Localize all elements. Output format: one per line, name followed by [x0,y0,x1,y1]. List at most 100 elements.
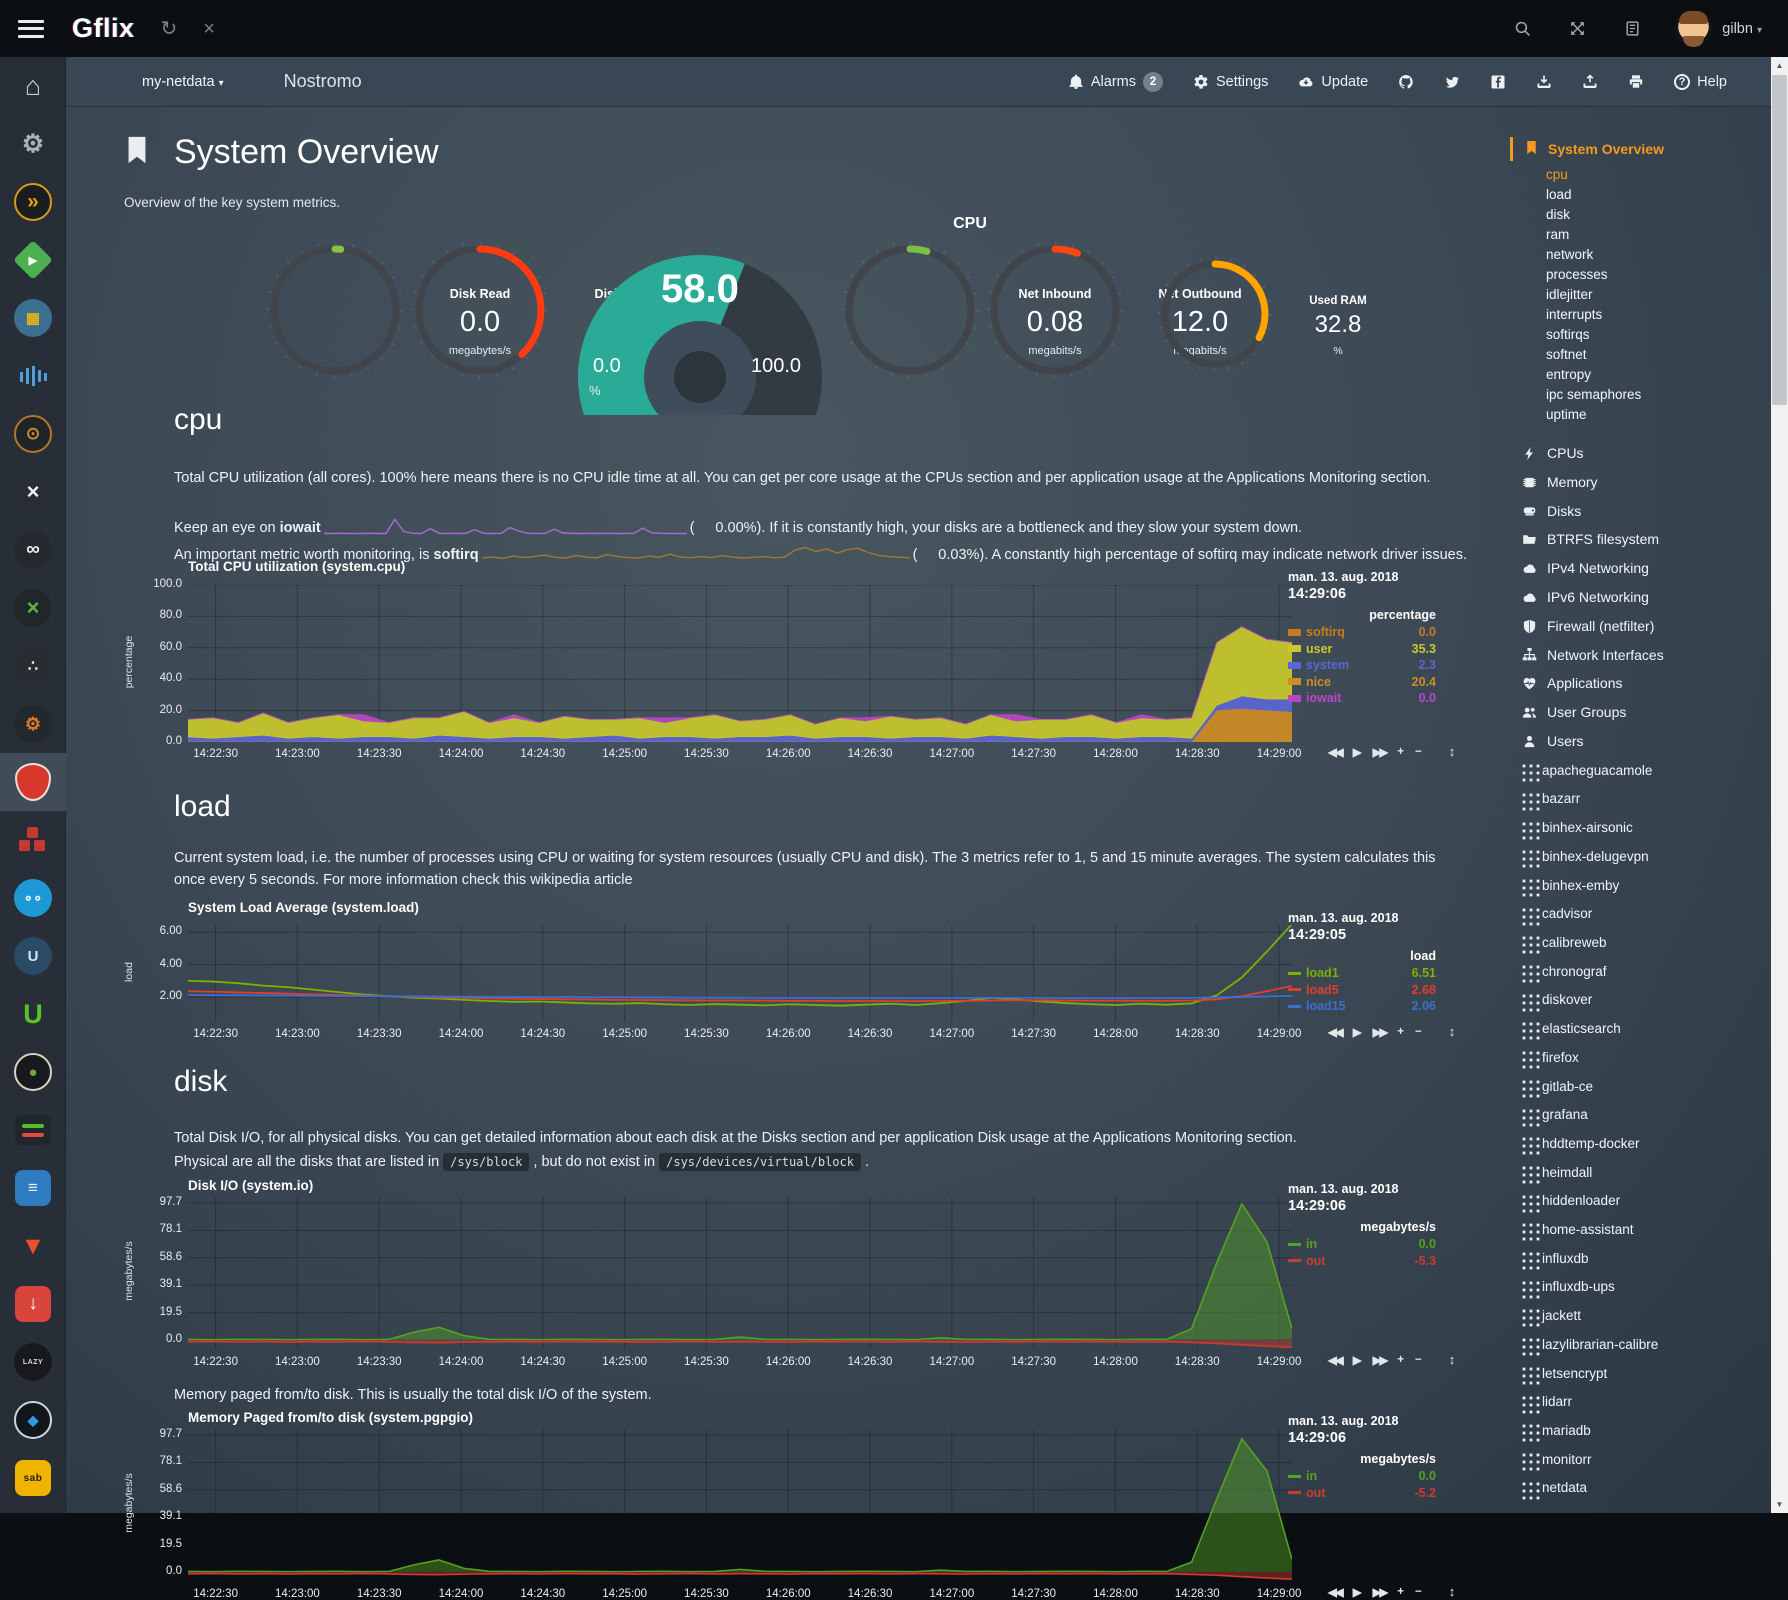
scroll-up-arrow[interactable]: ▲ [1771,57,1788,74]
skip-back-button[interactable]: ◀◀ [1328,745,1342,759]
nav-app-cadvisor[interactable]: cadvisor [1510,900,1771,929]
nav-sub-ram[interactable]: ram [1510,225,1771,245]
zoom-in-button[interactable]: + [1397,1026,1404,1038]
nav-group-applications[interactable]: Applications [1510,669,1771,698]
settings-gear-rail-item[interactable]: ⚙ [0,115,66,173]
chart-plot-cpu[interactable] [188,585,1292,742]
chart-plot-load[interactable] [188,925,1292,1022]
nav-sub-load[interactable]: load [1510,185,1771,205]
play-button[interactable]: ▶ [1353,1353,1362,1367]
nav-app-lidarr[interactable]: lidarr [1510,1388,1771,1417]
nav-app-hddtemp-docker[interactable]: hddtemp-docker [1510,1130,1771,1159]
nav-app-netdata[interactable]: netdata [1510,1474,1771,1503]
nav-group-ipv4-networking[interactable]: IPv4 Networking [1510,554,1771,583]
header-upload-button[interactable] [1582,74,1598,90]
legend-entry-out[interactable]: out-5.2 [1288,1485,1436,1502]
app-gitlab-rail-item[interactable]: ▼ [0,1217,66,1275]
nav-sub-network[interactable]: network [1510,245,1771,265]
close-icon[interactable]: × [203,19,215,39]
skip-forward-button[interactable]: ▶▶ [1373,1025,1387,1039]
nav-app-jackett[interactable]: jackett [1510,1302,1771,1331]
skip-back-button[interactable]: ◀◀ [1328,1025,1342,1039]
header-printer-button[interactable] [1628,74,1644,90]
nav-app-influxdb[interactable]: influxdb [1510,1245,1771,1274]
app-unifi-rail-item[interactable]: U [0,927,66,985]
header-twitter-button[interactable] [1444,74,1460,90]
nav-sub-processes[interactable]: processes [1510,265,1771,285]
app-monitorr-rail-item[interactable] [0,1101,66,1159]
app-nzbget-rail-item[interactable]: × [0,579,66,637]
resize-handle[interactable]: ↕ [1449,1584,1456,1599]
server-dropdown[interactable]: my-netdata ▾ [142,74,224,90]
play-button[interactable]: ▶ [1353,745,1362,759]
nav-sub-softirqs[interactable]: softirqs [1510,325,1771,345]
play-button[interactable]: ▶ [1353,1025,1362,1039]
legend-entry-load5[interactable]: load52.68 [1288,982,1436,999]
nav-app-letsencrypt[interactable]: letsencrypt [1510,1360,1771,1389]
header-facebook-button[interactable] [1490,74,1506,90]
nav-app-hiddenloader[interactable]: hiddenloader [1510,1187,1771,1216]
skip-forward-button[interactable]: ▶▶ [1373,1353,1387,1367]
nav-app-mariadb[interactable]: mariadb [1510,1417,1771,1446]
resize-handle[interactable]: ↕ [1449,1352,1456,1367]
legend-entry-load1[interactable]: load16.51 [1288,965,1436,982]
nav-app-bazarr[interactable]: bazarr [1510,785,1771,814]
zoom-out-button[interactable]: − [1415,1354,1422,1366]
nav-app-binhex-emby[interactable]: binhex-emby [1510,872,1771,901]
nav-app-gitlab-ce[interactable]: gitlab-ce [1510,1073,1771,1102]
home-rail-item[interactable]: ⌂ [0,57,66,115]
nav-sub-disk[interactable]: disk [1510,205,1771,225]
header-download-button[interactable] [1536,74,1552,90]
legend-entry-out[interactable]: out-5.3 [1288,1253,1436,1270]
app-airsonic-rail-item[interactable] [0,347,66,405]
nav-sub-interrupts[interactable]: interrupts [1510,305,1771,325]
app-octoprint-rail-item[interactable]: ⚙ [0,695,66,753]
scrollbar[interactable]: ▲ ▼ [1771,57,1788,1513]
nav-app-influxdb-ups[interactable]: influxdb-ups [1510,1273,1771,1302]
app-jackett-rail-item[interactable]: ⊙ [0,405,66,463]
nav-group-users[interactable]: Users [1510,727,1771,756]
header-github-button[interactable] [1398,74,1414,90]
nav-app-binhex-delugevpn[interactable]: binhex-delugevpn [1510,843,1771,872]
legend-entry-in[interactable]: in0.0 [1288,1468,1436,1485]
app-bluedots-rail-item[interactable]: ∘∘ [0,869,66,927]
resize-handle[interactable]: ↕ [1449,744,1456,759]
nav-group-user-groups[interactable]: User Groups [1510,698,1771,727]
nav-app-apacheguacamole[interactable]: apacheguacamole [1510,757,1771,786]
resize-handle[interactable]: ↕ [1449,1024,1456,1039]
app-nodes-rail-item[interactable]: ∴ [0,637,66,695]
nav-group-ipv6-networking[interactable]: IPv6 Networking [1510,583,1771,612]
nav-app-diskover[interactable]: diskover [1510,986,1771,1015]
nav-sub-ipc-semaphores[interactable]: ipc semaphores [1510,385,1771,405]
app-emby-rail-item[interactable]: ▶ [0,231,66,289]
nav-app-binhex-airsonic[interactable]: binhex-airsonic [1510,814,1771,843]
header-update-button[interactable]: Update [1298,74,1368,90]
zoom-in-button[interactable]: + [1397,1586,1404,1598]
app-plex-rail-item[interactable]: » [0,173,66,231]
app-sabnzbd-rail-item[interactable]: sab [0,1449,66,1507]
nav-sub-cpu[interactable]: cpu [1510,165,1771,185]
nav-sub-softnet[interactable]: softnet [1510,345,1771,365]
scroll-down-arrow[interactable]: ▼ [1771,1496,1788,1513]
nav-group-memory[interactable]: Memory [1510,468,1771,497]
nav-app-chronograf[interactable]: chronograf [1510,958,1771,987]
nav-group-firewall-netfilter-[interactable]: Firewall (netfilter) [1510,612,1771,641]
app-lazylibrarian-rail-item[interactable]: LAZY [0,1333,66,1391]
nav-group-cpus[interactable]: CPUs [1510,439,1771,468]
nav-group-disks[interactable]: Disks [1510,497,1771,526]
nav-group-network-interfaces[interactable]: Network Interfaces [1510,641,1771,670]
app-cubes-rail-item[interactable] [0,811,66,869]
legend-entry-in[interactable]: in0.0 [1288,1236,1436,1253]
zoom-in-button[interactable]: + [1397,746,1404,758]
nav-app-firefox[interactable]: firefox [1510,1044,1771,1073]
nav-app-heimdall[interactable]: heimdall [1510,1159,1771,1188]
user-menu[interactable]: gilbn ▾ [1722,21,1762,37]
app-ubooquity-rail-item[interactable]: U [0,985,66,1043]
nav-app-lazylibrarian-calibre[interactable]: lazylibrarian-calibre [1510,1331,1771,1360]
app-droplet-rail-item[interactable]: ◆ [0,1391,66,1449]
chart-plot-pgpgio[interactable] [188,1429,1292,1581]
skip-back-button[interactable]: ◀◀ [1328,1585,1342,1599]
nav-app-elasticsearch[interactable]: elasticsearch [1510,1015,1771,1044]
nav-sub-idlejitter[interactable]: idlejitter [1510,285,1771,305]
nav-group-btrfs-filesystem[interactable]: BTRFS filesystem [1510,525,1771,554]
